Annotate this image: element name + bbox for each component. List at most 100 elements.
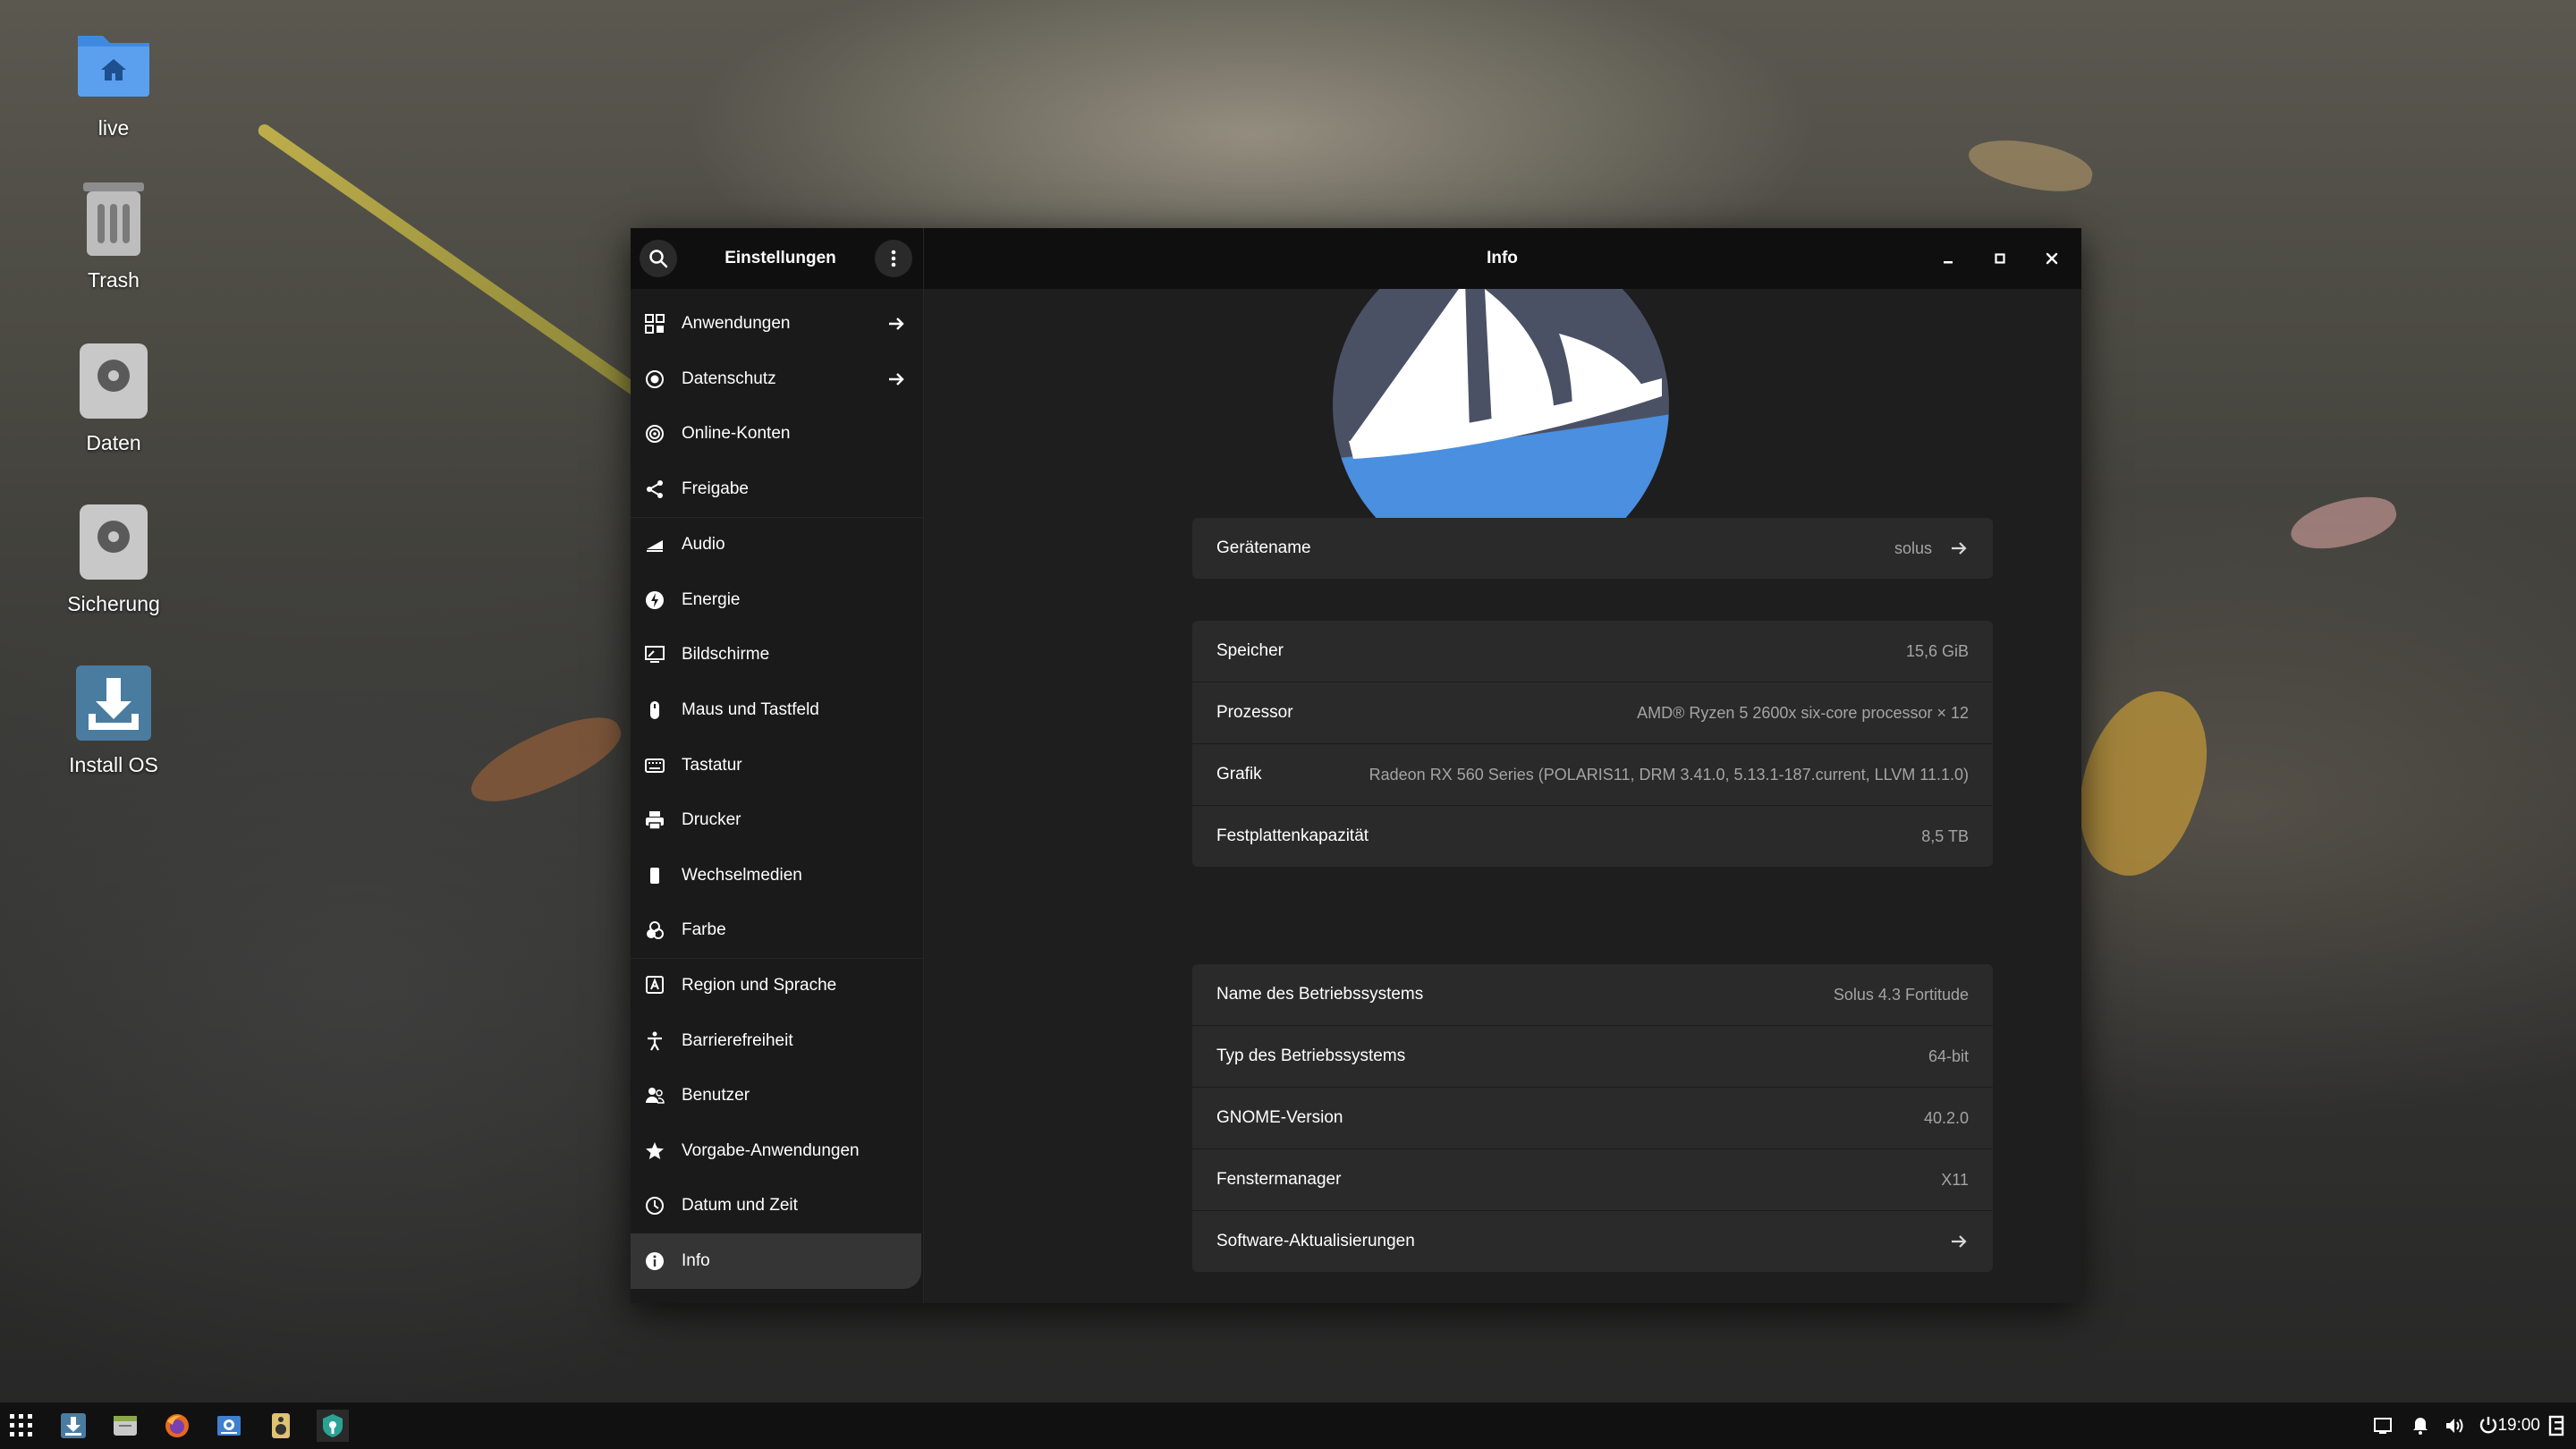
sidebar-item-label: Datum und Zeit (682, 1196, 798, 1215)
software-updates-label: Software-Aktualisierungen (1216, 1232, 1415, 1250)
maximize-button[interactable] (1987, 246, 2012, 271)
software-center-icon (217, 1416, 241, 1436)
sidebar-item-maus-und-tastfeld[interactable]: Maus und Tastfeld (631, 682, 923, 738)
drive-icon (74, 342, 153, 420)
processor-row: Prozessor AMD® Ryzen 5 2600x six-core pr… (1192, 682, 1993, 744)
info-icon (644, 1250, 665, 1272)
raven-toggle-button[interactable] (2544, 1410, 2571, 1442)
taskbar: 19:00 (0, 1402, 2576, 1449)
taskbar-music[interactable] (265, 1410, 297, 1442)
sidebar-item-tastatur[interactable]: Tastatur (631, 738, 923, 793)
search-button[interactable] (640, 240, 677, 277)
clock[interactable]: 19:00 (2497, 1402, 2540, 1449)
sidebar-item-label: Wechselmedien (682, 866, 802, 885)
gnome-version-row: GNOME-Version 40.2.0 (1192, 1088, 1993, 1149)
removable-media-icon (644, 865, 665, 886)
sidebar-item-barrierefreiheit[interactable]: Barrierefreiheit (631, 1013, 923, 1069)
disk-label: Festplattenkapazität (1216, 826, 1369, 845)
device-card: Gerätename solus (1192, 518, 1993, 579)
desktop-icon-sicherung[interactable]: Sicherung (54, 503, 174, 616)
arrow-right-icon (886, 313, 907, 335)
sidebar-item-datenschutz[interactable]: Datenschutz (631, 352, 923, 407)
sidebar-item-online-konten[interactable]: Online-Konten (631, 406, 923, 462)
sidebar-item-label: Vorgabe-Anwendungen (682, 1141, 860, 1160)
os-name-value: Solus 4.3 Fortitude (1833, 986, 1969, 1004)
close-button[interactable] (2039, 246, 2064, 271)
device-name-row[interactable]: Gerätename solus (1192, 518, 1993, 579)
app-menu-button[interactable] (5, 1410, 38, 1442)
volume-icon[interactable] (2444, 1415, 2465, 1436)
window-manager-label: Fenstermanager (1216, 1170, 1342, 1189)
info-panel: Gerätename solus Speicher 15,6 GiB Proze… (924, 289, 2081, 1303)
download-icon (74, 664, 153, 742)
hardware-card: Speicher 15,6 GiB Prozessor AMD® Ryzen 5… (1192, 621, 1993, 867)
desktop-icon-label: Install OS (69, 753, 158, 776)
device-name-label: Gerätename (1216, 538, 1311, 557)
bell-icon[interactable] (2410, 1415, 2431, 1436)
sidebar-item-vorgabe-anwendungen[interactable]: Vorgabe-Anwendungen (631, 1123, 923, 1179)
os-type-label: Typ des Betriebssystems (1216, 1046, 1406, 1065)
desktop-icon-trash[interactable]: Trash (54, 179, 174, 292)
printer-icon (644, 809, 665, 831)
display-icon (644, 644, 665, 665)
minimize-button[interactable] (1936, 246, 1961, 271)
sidebar-item-drucker[interactable]: Drucker (631, 792, 923, 848)
close-icon (2046, 252, 2058, 265)
sidebar-item-label: Anwendungen (682, 314, 791, 333)
search-icon (649, 250, 668, 268)
sidebar-item-freigabe[interactable]: Freigabe (631, 462, 923, 517)
system-tray (2372, 1402, 2499, 1449)
color-icon (644, 919, 665, 941)
app-grid-icon (10, 1414, 32, 1436)
apps-grid-icon (644, 313, 665, 335)
disk-value: 8,5 TB (1921, 827, 1969, 845)
menu-button[interactable] (875, 240, 912, 277)
memory-row: Speicher 15,6 GiB (1192, 621, 1993, 682)
sidebar-item-label: Drucker (682, 810, 741, 829)
sidebar-item-label: Energie (682, 590, 741, 609)
power-icon[interactable] (2478, 1415, 2499, 1436)
desktop-icon-label: live (97, 116, 130, 140)
taskbar-firefox[interactable] (161, 1410, 193, 1442)
arrow-right-icon (1948, 538, 1970, 559)
sidebar-item-label: Farbe (682, 920, 726, 939)
desktop-icon-install-os[interactable]: Install OS (54, 664, 174, 777)
sidebar-item-label: Benutzer (682, 1086, 750, 1105)
sidebar-item-farbe[interactable]: Farbe (631, 902, 923, 958)
sidebar-item-bildschirme[interactable]: Bildschirme (631, 627, 923, 682)
sidebar-item-anwendungen[interactable]: Anwendungen (631, 296, 923, 352)
sidebar-item-label: Online-Konten (682, 424, 791, 443)
sidebar-item-datum-und-zeit[interactable]: Datum und Zeit (631, 1178, 923, 1233)
desktop-icon-label: Daten (86, 431, 141, 454)
page-title: Info (1487, 249, 1518, 267)
firefox-icon (165, 1414, 189, 1437)
sidebar-item-label: Region und Sprache (682, 976, 837, 995)
taskbar-files[interactable] (109, 1410, 141, 1442)
kebab-menu-icon (891, 250, 896, 267)
taskbar-software-center[interactable] (213, 1410, 245, 1442)
window-manager-value: X11 (1941, 1171, 1969, 1189)
processor-value: AMD® Ryzen 5 2600x six-core processor × … (1637, 704, 1969, 722)
sidebar-item-region-und-sprache[interactable]: Region und Sprache (631, 958, 923, 1013)
desktop-icon-daten[interactable]: Daten (54, 342, 174, 455)
share-icon (644, 479, 665, 500)
sidebar-item-label: Info (682, 1251, 710, 1270)
desktop-icon-live[interactable]: live (54, 27, 174, 140)
taskbar-settings[interactable] (317, 1410, 349, 1442)
graphics-label: Grafik (1216, 765, 1262, 784)
sidebar-item-label: Barrierefreiheit (682, 1031, 793, 1050)
software-updates-row[interactable]: Software-Aktualisierungen (1192, 1211, 1993, 1272)
notification-area-icon[interactable] (2372, 1415, 2394, 1436)
arrow-right-icon (1948, 1231, 1970, 1252)
accessibility-icon (644, 1030, 665, 1052)
taskbar-installer[interactable] (57, 1410, 89, 1442)
sidebar-item-info[interactable]: Info (631, 1233, 921, 1289)
sidebar-item-label: Freigabe (682, 479, 749, 498)
sidebar-item-label: Maus und Tastfeld (682, 700, 819, 719)
sidebar-item-energie[interactable]: Energie (631, 572, 923, 628)
desktop-icon-label: Trash (88, 268, 140, 292)
sidebar-item-benutzer[interactable]: Benutzer (631, 1068, 923, 1123)
clock-icon (644, 1195, 665, 1216)
sidebar-item-wechselmedien[interactable]: Wechselmedien (631, 848, 923, 903)
sidebar-item-audio[interactable]: Audio (631, 517, 923, 572)
